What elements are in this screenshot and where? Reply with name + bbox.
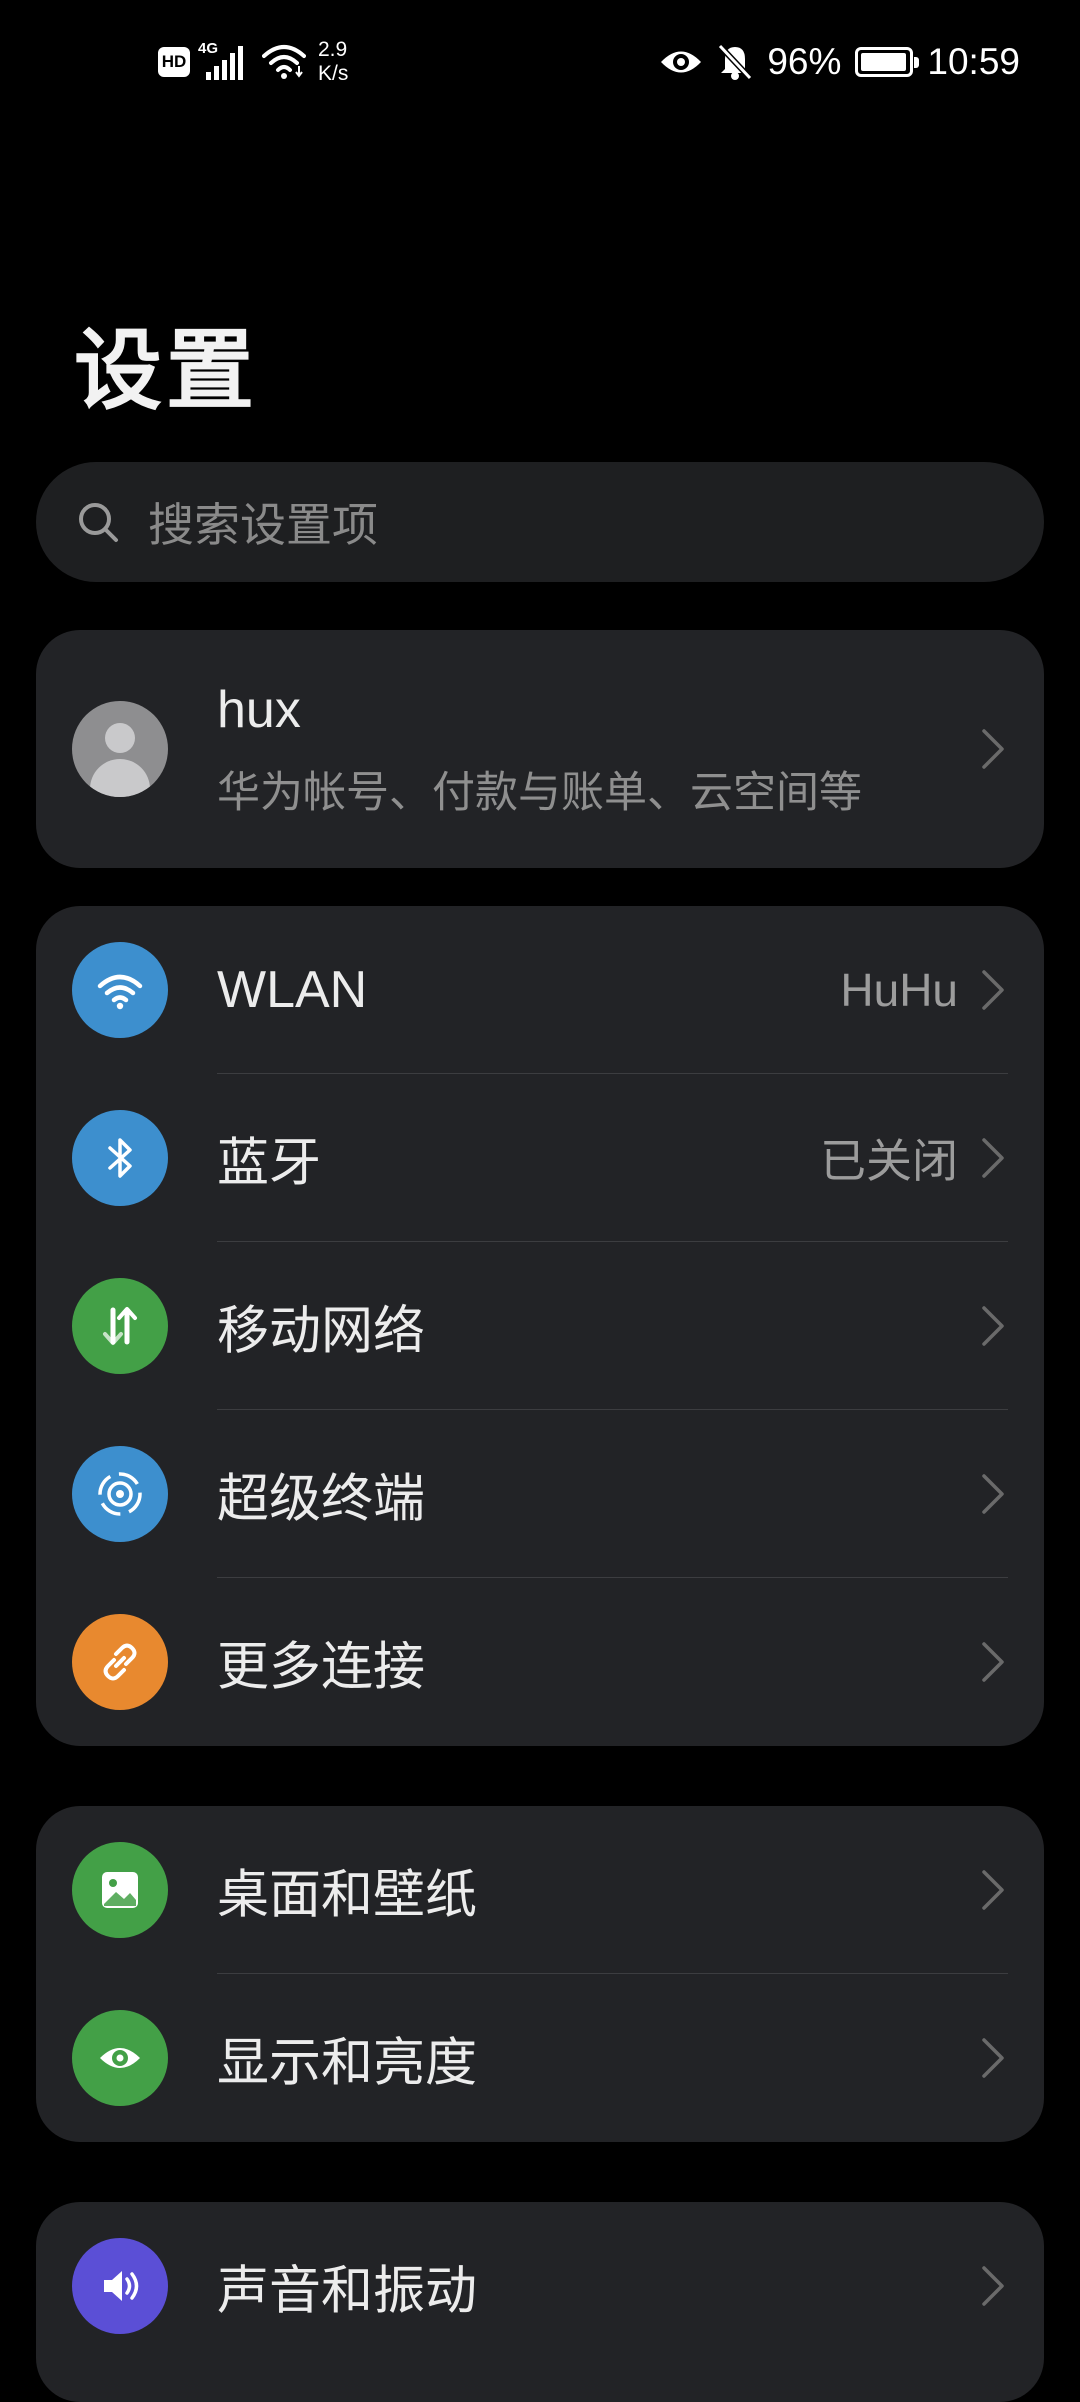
wifi-icon: [72, 942, 168, 1038]
status-right: 96% 10:59: [659, 34, 1020, 90]
settings-item-sound[interactable]: 声音和振动: [36, 2202, 1044, 2370]
chevron-right-icon: [982, 2266, 1004, 2306]
chevron-right-icon: [982, 1642, 1004, 1682]
mobile-data-icon: [72, 1278, 168, 1374]
chevron-right-icon: [982, 1138, 1004, 1178]
chevron-right-icon: [982, 1306, 1004, 1346]
item-label: 蓝牙: [217, 1133, 322, 1194]
speed-unit: K/s: [318, 62, 349, 85]
speaker-icon: [72, 2238, 168, 2334]
settings-item-wallpaper[interactable]: 桌面和壁纸: [36, 1806, 1044, 1974]
battery-level: [861, 53, 906, 71]
speed-value: 2.9: [318, 38, 348, 61]
settings-item-more-connections[interactable]: 更多连接: [36, 1578, 1044, 1746]
super-device-icon: [72, 1446, 168, 1542]
settings-item-display-brightness[interactable]: 显示和亮度: [36, 1974, 1044, 2142]
account-row[interactable]: hux 华为帐号、付款与账单、云空间等: [36, 630, 1044, 868]
status-left: HD 4G 2.9 K/s: [158, 34, 348, 90]
eye-comfort-icon: [661, 51, 702, 73]
search-icon: [79, 503, 118, 542]
account-card[interactable]: hux 华为帐号、付款与账单、云空间等: [36, 630, 1044, 868]
item-label: 超级终端: [217, 1469, 426, 1530]
status-bar: HD 4G 2.9 K/s 96% 10:59: [0, 0, 1080, 120]
settings-item-mobile-network[interactable]: 移动网络: [36, 1242, 1044, 1410]
account-name: hux: [217, 681, 301, 739]
eye-icon: [72, 2010, 168, 2106]
connectivity-card: WLAN HuHu 蓝牙 已关闭 移动网络 超级终端 更多连接: [36, 906, 1044, 1746]
chevron-right-icon: [982, 970, 1004, 1010]
battery-icon: [855, 47, 920, 77]
avatar: [72, 701, 168, 797]
bluetooth-icon: [72, 1110, 168, 1206]
item-label: 显示和亮度: [217, 2033, 478, 2094]
chevron-right-icon: [982, 729, 1004, 769]
link-icon: [72, 1614, 168, 1710]
page-title: 设置: [74, 319, 259, 422]
item-value: 已关闭: [820, 1134, 958, 1188]
item-label: 移动网络: [217, 1301, 426, 1362]
item-value: HuHu: [840, 964, 958, 1016]
display-card: 桌面和壁纸 显示和亮度: [36, 1806, 1044, 2142]
wifi-status-icon: [262, 45, 306, 79]
item-label: 更多连接: [217, 1637, 426, 1698]
network-speed: 2.9 K/s: [318, 38, 348, 86]
settings-item-super-device[interactable]: 超级终端: [36, 1410, 1044, 1578]
mute-bell-icon: [718, 43, 753, 81]
settings-item-bluetooth[interactable]: 蓝牙 已关闭: [36, 1074, 1044, 1242]
account-subtitle: 华为帐号、付款与账单、云空间等: [217, 768, 862, 818]
chevron-right-icon: [982, 1870, 1004, 1910]
hd-badge: HD: [158, 47, 190, 77]
battery-percent: 96%: [767, 41, 842, 82]
item-label: 声音和振动: [217, 2261, 478, 2322]
search-input[interactable]: 搜索设置项: [36, 462, 1044, 582]
item-label: 桌面和壁纸: [217, 1865, 478, 1926]
cellular-signal-icon: 4G: [198, 40, 254, 84]
sound-card: 声音和振动: [36, 2202, 1044, 2402]
item-label: WLAN: [217, 961, 368, 1019]
chevron-right-icon: [982, 1474, 1004, 1514]
chevron-right-icon: [982, 2038, 1004, 2078]
clock: 10:59: [927, 41, 1020, 82]
wallpaper-icon: [72, 1842, 168, 1938]
search-placeholder: 搜索设置项: [148, 498, 378, 552]
settings-item-wlan[interactable]: WLAN HuHu: [36, 906, 1044, 1074]
